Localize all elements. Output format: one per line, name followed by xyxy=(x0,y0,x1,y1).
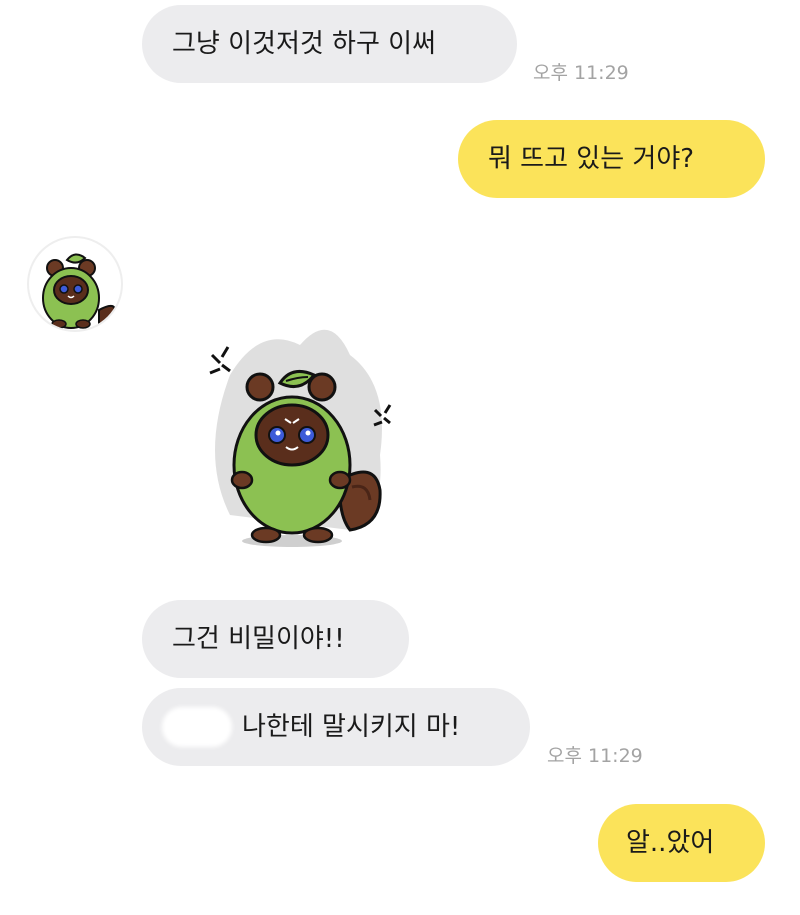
sticker[interactable] xyxy=(190,315,420,555)
message-text: 그건 비밀이야!! xyxy=(172,624,345,654)
green-raccoon-avatar-icon xyxy=(42,253,117,329)
message-bubble-outgoing[interactable]: 뭐 뜨고 있는 거야? xyxy=(458,120,765,198)
angry-raccoon-sticker-icon xyxy=(209,329,392,547)
message-bubble-incoming[interactable]: 그건 비밀이야!! xyxy=(142,600,409,678)
avatar[interactable] xyxy=(27,236,123,332)
timestamp: 오후 11:29 xyxy=(547,745,643,767)
message-bubble-incoming[interactable]: 나한테 말시키지 마! xyxy=(142,688,530,766)
message-bubble-outgoing[interactable]: 알..았어 xyxy=(598,804,765,882)
message-bubble-incoming[interactable]: 그냥 이것저것 하구 이써 xyxy=(142,5,517,83)
message-text: 뭐 뜨고 있는 거야? xyxy=(488,144,695,174)
message-text: 나한테 말시키지 마! xyxy=(242,712,461,742)
timestamp: 오후 11:29 xyxy=(533,62,629,84)
message-text: 알..았어 xyxy=(626,828,715,858)
redacted-blur xyxy=(162,707,232,747)
message-text: 그냥 이것저것 하구 이써 xyxy=(172,29,436,59)
